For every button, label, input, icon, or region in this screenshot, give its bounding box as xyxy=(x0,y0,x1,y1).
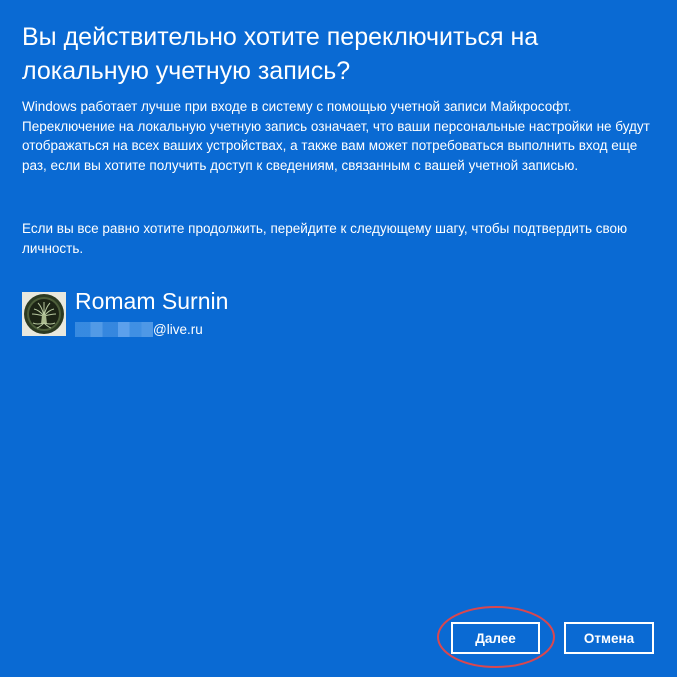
avatar xyxy=(22,292,66,336)
email-domain: @live.ru xyxy=(153,321,203,337)
dialog-description: Windows работает лучше при входе в систе… xyxy=(22,99,650,173)
tree-of-life-avatar-icon xyxy=(22,292,66,336)
account-card: Romam Surnin @live.ru xyxy=(22,288,422,340)
next-button[interactable]: Далее xyxy=(451,622,540,654)
account-email: @live.ru xyxy=(75,320,203,338)
email-redaction xyxy=(75,321,153,337)
account-name: Romam Surnin xyxy=(75,288,229,314)
cancel-button[interactable]: Отмена xyxy=(564,622,654,654)
switch-to-local-account-dialog: Вы действительно хотите переключиться на… xyxy=(0,0,677,677)
dialog-title: Вы действительно хотите переключиться на… xyxy=(22,23,539,85)
dialog-instruction: Если вы все равно хотите продолжить, пер… xyxy=(22,221,628,256)
